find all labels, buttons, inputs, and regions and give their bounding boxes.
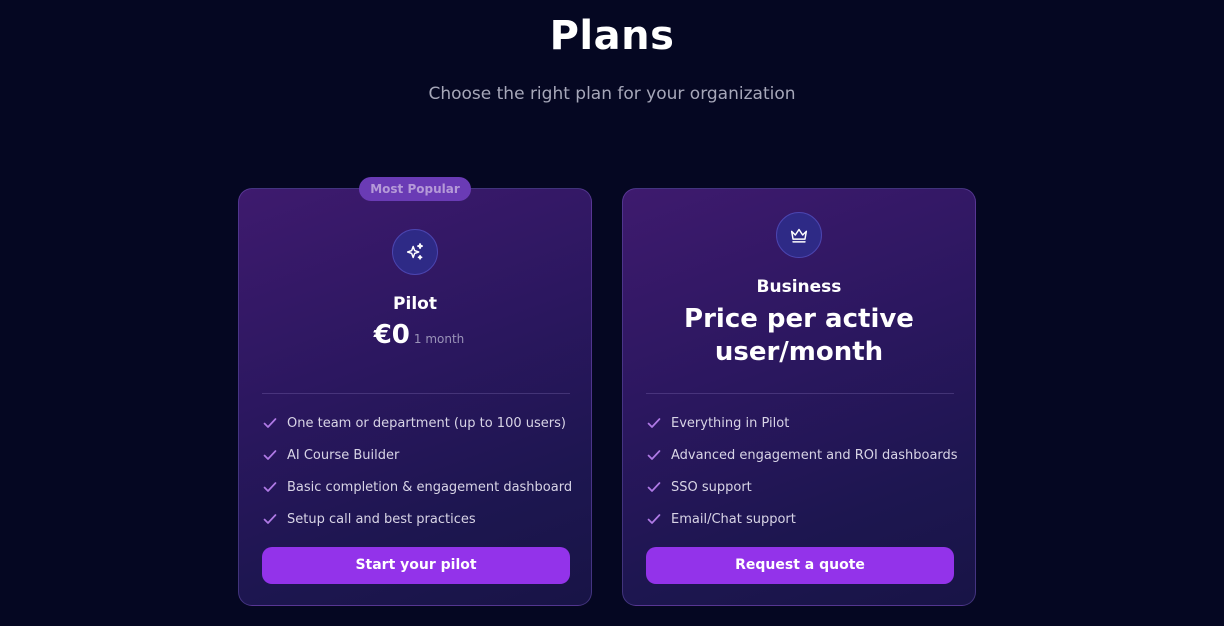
feature-text: Setup call and best practices [287, 511, 476, 527]
plan-name: Pilot [393, 294, 437, 314]
check-icon [263, 418, 277, 428]
check-icon [263, 514, 277, 524]
feature-text: AI Course Builder [287, 447, 400, 463]
divider [262, 393, 570, 394]
feature-text: Advanced engagement and ROI dashboards [671, 447, 958, 463]
feature-item: Advanced engagement and ROI dashboards [646, 439, 966, 471]
sparkles-icon [392, 229, 438, 275]
feature-text: Email/Chat support [671, 511, 796, 527]
most-popular-badge: Most Popular [359, 177, 471, 201]
check-icon [647, 418, 661, 428]
feature-item: SSO support [646, 471, 966, 503]
crown-icon [776, 212, 822, 258]
feature-text: Basic completion & engagement dashboard [287, 479, 573, 495]
divider [646, 393, 954, 394]
feature-item: Setup call and best practices [262, 503, 582, 535]
start-pilot-button[interactable]: Start your pilot [262, 547, 570, 584]
price-label-line-2: user/month [714, 337, 884, 367]
price-amount: €0 [373, 320, 410, 350]
page-title: Plans [549, 13, 675, 59]
feature-list: Everything in Pilot Advanced engagement … [646, 407, 966, 535]
feature-item: Everything in Pilot [646, 407, 966, 439]
feature-text: One team or department (up to 100 users) [287, 415, 566, 431]
feature-item: Email/Chat support [646, 503, 966, 535]
page-subtitle: Choose the right plan for your organizat… [428, 84, 796, 104]
price-row: €0 1 month [239, 320, 591, 350]
feature-text: SSO support [671, 479, 752, 495]
price-label: Price per active user/month [623, 303, 975, 369]
plan-name: Business [756, 277, 842, 297]
price-period: 1 month [413, 332, 465, 346]
feature-item: One team or department (up to 100 users) [262, 407, 582, 439]
check-icon [647, 450, 661, 460]
check-icon [263, 482, 277, 492]
price-label-line-1: Price per active [684, 304, 914, 334]
check-icon [647, 514, 661, 524]
request-quote-button[interactable]: Request a quote [646, 547, 954, 584]
feature-list: One team or department (up to 100 users)… [262, 407, 582, 535]
check-icon [647, 482, 661, 492]
plan-card-business: Business Price per active user/month Eve… [622, 188, 976, 606]
feature-item: AI Course Builder [262, 439, 582, 471]
check-icon [263, 450, 277, 460]
feature-item: Basic completion & engagement dashboard [262, 471, 582, 503]
plan-card-pilot: Most Popular Pilot €0 1 month One team o… [238, 177, 592, 606]
feature-text: Everything in Pilot [671, 415, 790, 431]
